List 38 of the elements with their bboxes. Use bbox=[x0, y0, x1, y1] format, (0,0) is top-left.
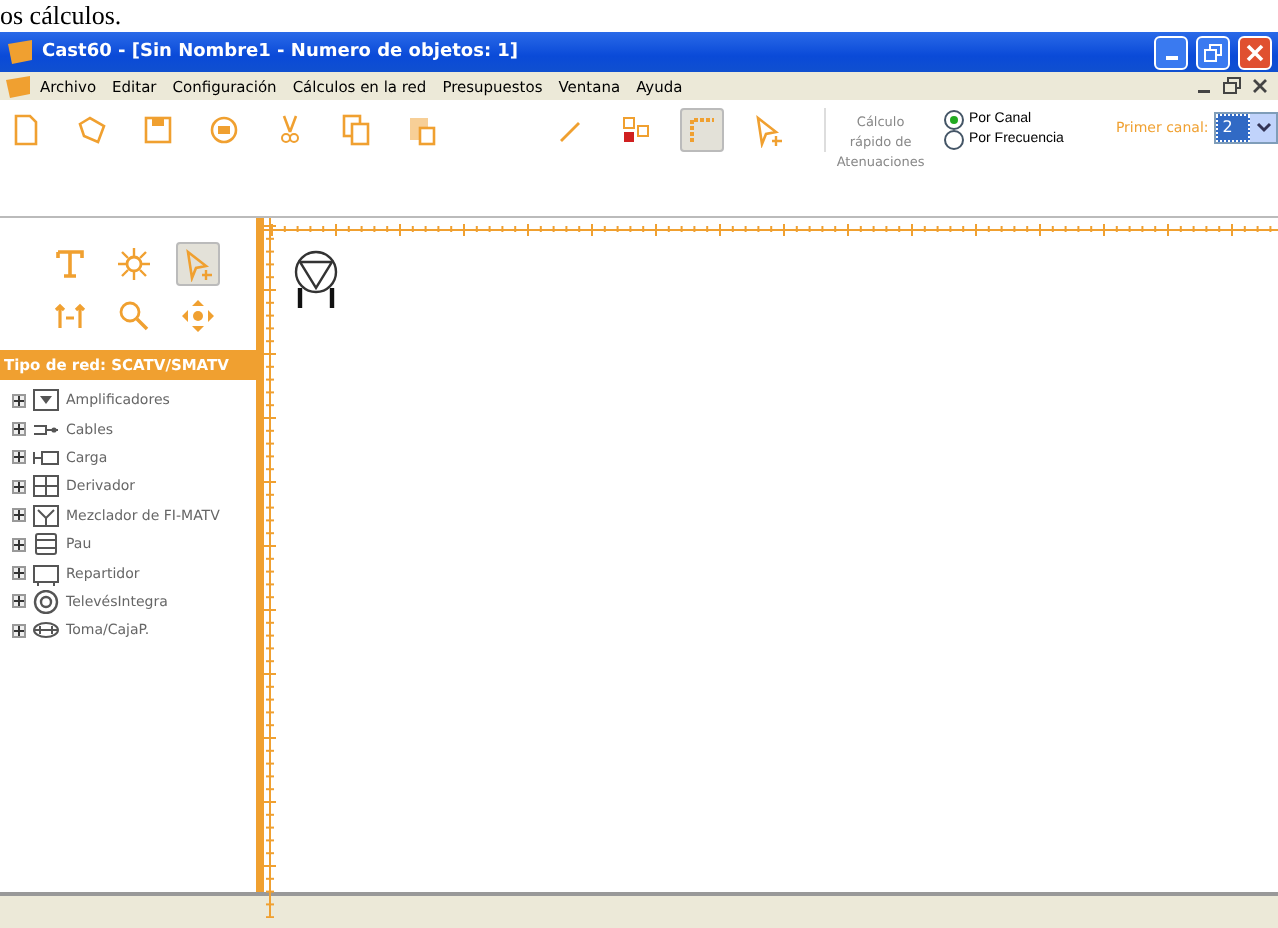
restore-icon[interactable] bbox=[1218, 74, 1246, 98]
letter-icon bbox=[52, 246, 88, 282]
close-icon bbox=[1246, 43, 1264, 61]
mixer-icon bbox=[32, 503, 60, 528]
expand-toggle[interactable] bbox=[12, 566, 26, 581]
squares-icon bbox=[617, 112, 654, 148]
paste-icon bbox=[404, 112, 440, 148]
expand-toggle[interactable] bbox=[12, 508, 26, 523]
search-icon bbox=[116, 298, 152, 334]
restore-button[interactable] bbox=[1196, 35, 1230, 69]
expand-toggle[interactable] bbox=[12, 594, 26, 609]
minimize-icon bbox=[1165, 55, 1177, 59]
close-button[interactable] bbox=[1238, 35, 1272, 69]
amplifier-symbol bbox=[292, 250, 340, 310]
expand-toggle[interactable] bbox=[12, 623, 26, 638]
window-title: Cast60 - [Sin Nombre1 - Numero de objetos: 1] bbox=[42, 42, 521, 62]
pages-icon bbox=[338, 112, 374, 148]
expand-toggle[interactable] bbox=[12, 537, 26, 552]
folder-icon bbox=[74, 112, 110, 148]
amplifier-icon bbox=[32, 388, 60, 413]
expand-toggle[interactable] bbox=[12, 422, 26, 437]
sun-icon bbox=[116, 246, 152, 282]
cursor-plus-icon bbox=[180, 246, 216, 282]
expand-toggle[interactable] bbox=[12, 393, 26, 408]
expand-toggle[interactable] bbox=[12, 450, 26, 465]
load-icon bbox=[32, 445, 60, 470]
caret-icon bbox=[1255, 122, 1272, 134]
channel-dropdown[interactable]: 2 bbox=[1214, 112, 1278, 144]
app-icon bbox=[6, 38, 34, 66]
document-caption: os cálculos. bbox=[0, 0, 122, 32]
expand-toggle[interactable] bbox=[12, 479, 26, 494]
restore-icon bbox=[1204, 43, 1222, 61]
move-icon bbox=[180, 298, 216, 334]
arrows-icon bbox=[52, 298, 88, 334]
disc-icon bbox=[206, 112, 242, 148]
floppy-icon bbox=[140, 112, 176, 148]
splitter-icon bbox=[32, 561, 60, 586]
minimize-button[interactable] bbox=[1154, 35, 1188, 69]
